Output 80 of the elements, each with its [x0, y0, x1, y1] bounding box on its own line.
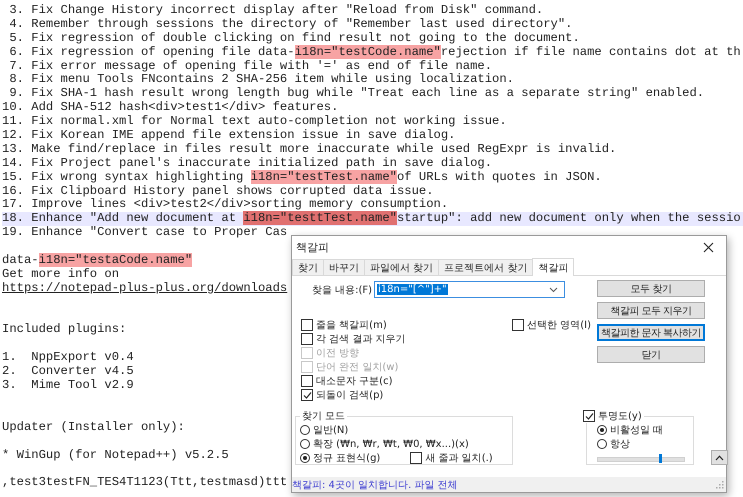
radio-label: 정규 표현식(g): [313, 452, 380, 465]
code-text: 7. Fix error message of opening file with '=' as end of file name.: [8, 58, 492, 73]
code-text: 19. Enhance "Convert case to Proper Cas: [2, 225, 288, 240]
radio-button[interactable]: [597, 439, 607, 449]
search-match: i18n="testCode.name": [294, 44, 441, 59]
checkbox[interactable]: [301, 333, 313, 345]
code-text: * WinGup (for Notepad++) v5.2.5: [2, 448, 229, 462]
code-text: rejection if file name contains dot at th: [440, 44, 741, 59]
tab[interactable]: 바꾸기: [323, 259, 365, 275]
code-text: 2. Converter v4.5: [2, 364, 134, 378]
checkbox[interactable]: [301, 319, 313, 331]
tab[interactable]: 책갈피: [532, 258, 574, 276]
radio-button[interactable]: [597, 425, 607, 435]
code-text: Updater (Installer only):: [2, 420, 185, 434]
code-text: 3. Fix Change History incorrect display after "Reload from Disk" command.: [8, 3, 544, 17]
search-match: i18n="testaCode.name": [38, 253, 192, 268]
code-text: 9. Fix SHA-1 hash result wrong length bug while "Treat each line as a separate string" enabled.: [8, 86, 704, 100]
code-text: 5. Fix regression of double clicking on find result not going to the document.: [8, 30, 580, 45]
chevron-down-icon[interactable]: [549, 286, 558, 292]
checkbox-label: 각 검색 결과 지우기: [316, 333, 406, 346]
checkbox[interactable]: [410, 452, 422, 464]
search-match: i18n="testTest.name": [250, 170, 397, 184]
checkbox[interactable]: [512, 319, 524, 331]
find-label: 찾을 내용:(F): [310, 284, 372, 296]
tab[interactable]: 파일에서 찾기: [364, 259, 440, 275]
close-icon[interactable]: [703, 242, 714, 252]
code-text: startup": add new document only when the sessio: [396, 211, 741, 226]
dialog-title: 책갈피: [296, 240, 329, 254]
status-text: 책갈피: 4곳이 일치합니다. 파일 전체: [292, 478, 458, 492]
checkbox[interactable]: [583, 410, 595, 422]
chevron-up-icon: [715, 454, 724, 460]
checkbox-label: 투명도(y): [598, 410, 642, 423]
resize-grip-icon[interactable]: [715, 480, 724, 489]
checkbox-label: 대소문자 구분(c): [316, 375, 392, 388]
code-text: 15. Fix wrong syntax highlighting: [2, 170, 244, 184]
radio-label: 비활성일 때: [610, 424, 664, 437]
code-text: of URLs with quotes in JSON.: [396, 170, 602, 184]
dialog-button[interactable]: 닫기: [597, 346, 705, 363]
code-text: 11. Fix normal.xml for Normal text auto-completion not working issue.: [2, 114, 507, 128]
tab[interactable]: 찾기: [292, 259, 324, 275]
radio-label: 일반(N): [313, 424, 348, 437]
find-combobox[interactable]: i18n="[^"]+": [374, 281, 565, 298]
code-text: 10. Add SHA-512 hash<div>test1</div> features.: [2, 100, 338, 114]
checkbox-label: 선택한 영역(I): [527, 319, 591, 332]
code-text: 17. Improve lines <div>test2</div>sorting memory consumption.: [2, 197, 448, 212]
code-text: ,test3testFN_TES4T1123(Ttt,testmasd)ttt: [2, 475, 288, 490]
code-text: 18. Enhance "Add new document at: [2, 211, 238, 226]
slider-thumb[interactable]: [658, 454, 662, 463]
checkbox-label: 단어 완전 일치(w): [316, 361, 398, 374]
code-text: 12. Fix Korean IME append file extension issue in save dialog.: [2, 128, 456, 142]
code-text: 1. NppExport v0.4: [2, 350, 134, 364]
search-match: i18n="testtTest.name": [243, 211, 397, 226]
link[interactable]: https://notepad-plus-plus.org/downloads: [2, 280, 288, 295]
code-text: 4. Remember through sessions the directory of "Remember last used directory".: [8, 16, 572, 31]
collapse-button[interactable]: [711, 450, 728, 465]
code-text: 6. Fix regression of opening file data-: [8, 44, 295, 59]
code-text: Get more info on: [2, 266, 120, 281]
checkbox[interactable]: [301, 389, 313, 401]
radio-label: 항상: [610, 438, 630, 451]
dialog-button[interactable]: 책갈피 모두 지우기: [597, 302, 705, 319]
code-text: 13. Make find/replace in files result more inaccurate while used RegExpr is invalid.: [2, 142, 616, 156]
radio-label: 확장 (₩n, ₩r, ₩t, ₩0, ₩x...)(x): [313, 438, 469, 451]
code-text: 16. Fix Clipboard History panel shows corrupted data issue.: [2, 184, 434, 198]
dialog-button[interactable]: 모두 찾기: [597, 280, 705, 297]
checkbox-label: 되돌이 검색(p): [316, 389, 384, 402]
radio-button[interactable]: [300, 439, 310, 449]
tab[interactable]: 프로젝트에서 찾기: [438, 259, 534, 275]
dialog-button[interactable]: 책갈피한 문자 복사하기: [597, 324, 705, 341]
code-text: 8. Fix menu Tools FNcontains 2 SHA-256 item while using localization.: [8, 72, 514, 86]
checkbox-label: 새 줄과 일치(.): [425, 452, 493, 465]
checkbox[interactable]: [301, 375, 313, 387]
radio-button[interactable]: [300, 453, 310, 463]
code-text: Included plugins:: [2, 322, 126, 336]
group-title: 찾기 모드: [301, 410, 346, 423]
checkbox-label: 줄을 책갈피(m): [316, 319, 387, 332]
radio-button[interactable]: [300, 425, 310, 435]
code-text: 14. Fix Project panel's inaccurate initialized path in save dialog.: [2, 156, 492, 170]
checkbox-label: 이전 방향: [316, 347, 360, 360]
code-text: 3. Mime Tool v2.9: [2, 378, 134, 392]
code-text: data-: [2, 253, 39, 268]
